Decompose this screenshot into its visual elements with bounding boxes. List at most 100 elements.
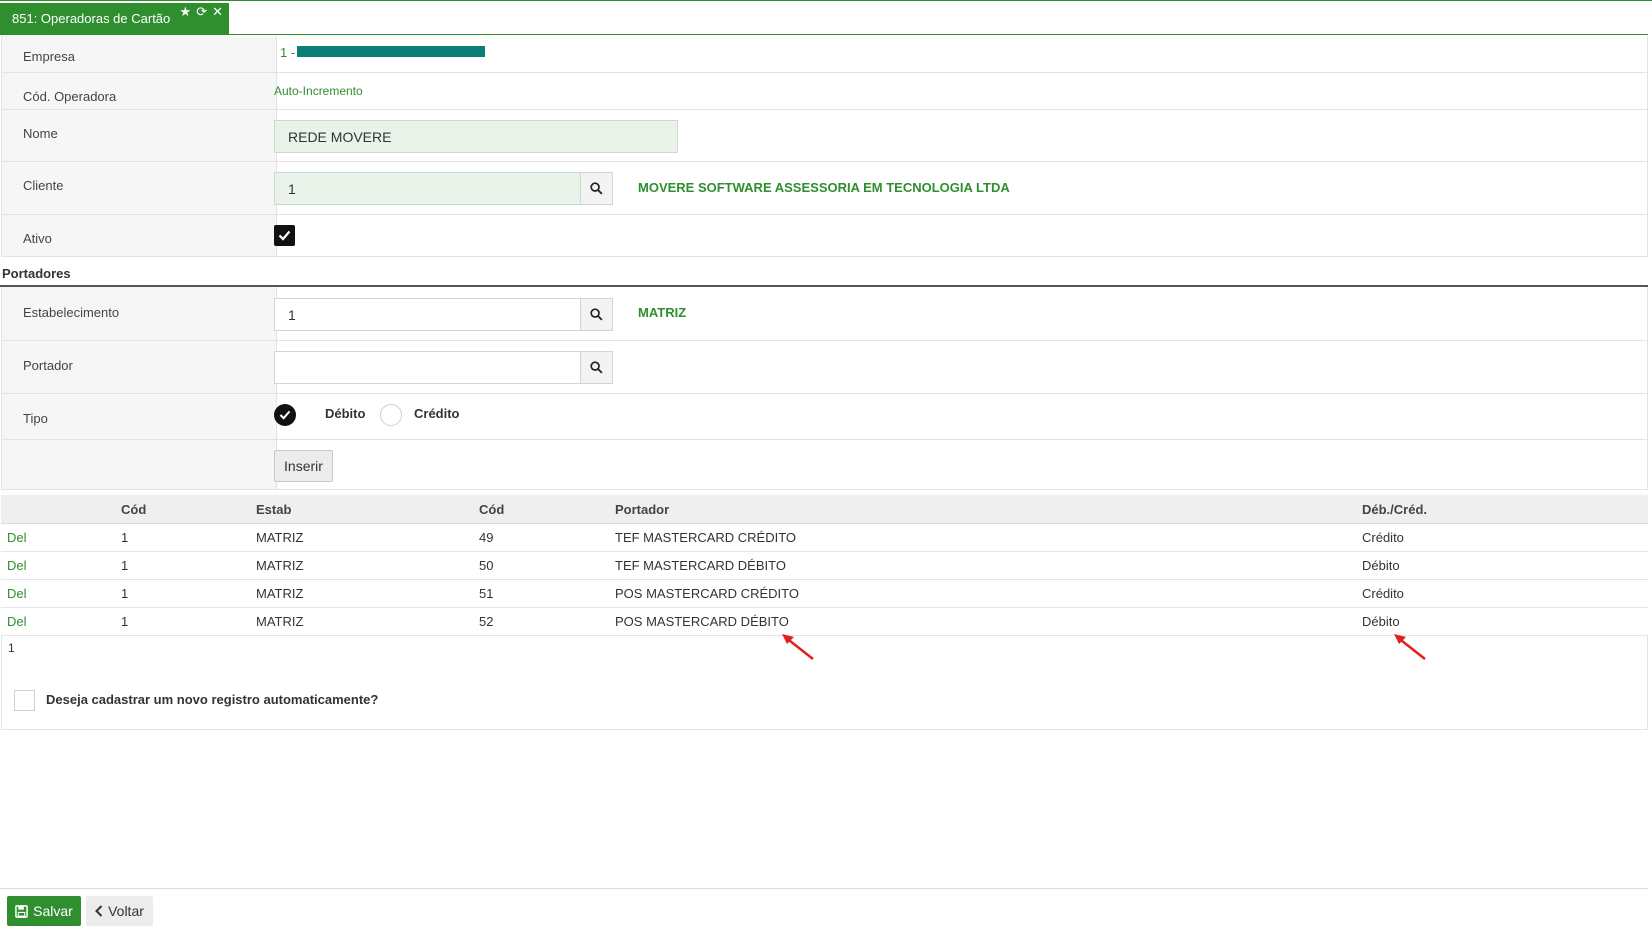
- back-button[interactable]: Voltar: [86, 896, 153, 926]
- grid-right-border: [1647, 636, 1648, 672]
- cod-operadora-label: Cód. Operadora: [2, 73, 277, 109]
- inserir-button[interactable]: Inserir: [274, 450, 333, 482]
- grid-left-border: [1, 636, 2, 672]
- tipo-credito-label[interactable]: Crédito: [414, 406, 460, 421]
- nome-input[interactable]: REDE MOVERE: [274, 120, 678, 153]
- table-row: Del 1 MATRIZ 50 TEF MASTERCARD DÉBITO Dé…: [1, 552, 1648, 580]
- cell-portador: POS MASTERCARD CRÉDITO: [615, 586, 799, 601]
- search-icon: [590, 182, 603, 195]
- grid-header-estab[interactable]: Estab: [256, 495, 291, 523]
- portador-input[interactable]: [274, 351, 581, 384]
- cell-cod-estab: 1: [121, 558, 129, 573]
- row-cliente: Cliente 1 MOVERE SOFTWARE ASSESSORIA EM …: [1, 162, 1648, 215]
- cliente-input[interactable]: 1: [274, 172, 581, 205]
- operadora-form: Empresa 1 - Cód. Operadora Auto-Incremen…: [1, 36, 1648, 257]
- auto-register-label[interactable]: Deseja cadastrar um novo registro automa…: [46, 692, 378, 707]
- tipo-debito-label[interactable]: Débito: [325, 406, 365, 421]
- estabelecimento-value-cell: 1 MATRIZ: [274, 287, 1647, 340]
- portador-label: Portador: [2, 341, 277, 393]
- cell-tipo: Débito: [1362, 614, 1400, 629]
- cliente-description: MOVERE SOFTWARE ASSESSORIA EM TECNOLOGIA…: [638, 180, 1010, 195]
- tipo-credito-radio[interactable]: [380, 404, 402, 426]
- empresa-label: Empresa: [2, 36, 277, 72]
- grid-header-cod-portador[interactable]: Cód: [479, 495, 504, 523]
- portadores-grid: Cód Estab Cód Portador Déb./Créd. Del 1 …: [1, 495, 1648, 636]
- checkmark-icon: [278, 230, 291, 241]
- grid-header-cod-estab[interactable]: Cód: [121, 495, 146, 523]
- cell-cod-portador: 50: [479, 558, 494, 573]
- estabelecimento-input[interactable]: 1: [274, 298, 581, 331]
- tipo-value-cell: Débito Crédito: [274, 394, 1647, 439]
- cell-cod-estab: 1: [121, 614, 129, 629]
- annotation-arrow-icon: [782, 634, 814, 660]
- cell-portador: TEF MASTERCARD DÉBITO: [615, 558, 786, 573]
- tab-operadoras-de-cartao[interactable]: 851: Operadoras de Cartão ★ ⟳ ✕: [0, 3, 229, 34]
- annotation-arrow-icon: [1394, 634, 1426, 660]
- table-row: Del 1 MATRIZ 51 POS MASTERCARD CRÉDITO C…: [1, 580, 1648, 608]
- cell-cod-portador: 52: [479, 614, 494, 629]
- star-icon[interactable]: ★: [180, 5, 192, 18]
- portadores-section-title: Portadores: [2, 266, 71, 281]
- portador-value-cell: [274, 341, 1647, 393]
- cliente-label: Cliente: [2, 162, 277, 214]
- delete-link[interactable]: Del: [7, 580, 27, 607]
- cell-estab: MATRIZ: [256, 586, 304, 601]
- cell-cod-estab: 1: [121, 530, 129, 545]
- ativo-value-cell: [274, 215, 1647, 256]
- cell-tipo: Débito: [1362, 558, 1400, 573]
- row-portador: Portador: [1, 341, 1648, 394]
- cell-tipo: Crédito: [1362, 530, 1404, 545]
- search-icon: [590, 361, 603, 374]
- row-estabelecimento: Estabelecimento 1 MATRIZ: [1, 287, 1648, 341]
- empresa-prefix: 1 -: [280, 45, 296, 60]
- checkmark-icon: [279, 410, 291, 420]
- inserir-value-cell: Inserir: [274, 440, 1647, 489]
- grid-header-portador[interactable]: Portador: [615, 495, 669, 523]
- auto-register-checkbox[interactable]: [14, 690, 35, 711]
- grid-header-row: Cód Estab Cód Portador Déb./Créd.: [1, 495, 1648, 524]
- row-inserir: Inserir: [1, 440, 1648, 490]
- row-empresa: Empresa 1 -: [1, 36, 1648, 73]
- grid-pager[interactable]: 1: [8, 641, 15, 655]
- row-cod-operadora: Cód. Operadora Auto-Incremento: [1, 73, 1648, 110]
- grid-header-deb-cred[interactable]: Déb./Créd.: [1362, 495, 1427, 523]
- tab-icons: ★ ⟳ ✕: [180, 5, 223, 18]
- delete-link[interactable]: Del: [7, 608, 27, 635]
- nome-label: Nome: [2, 110, 277, 161]
- close-icon[interactable]: ✕: [212, 5, 223, 18]
- footer-toolbar: Salvar Voltar: [0, 888, 1648, 932]
- cell-cod-portador: 51: [479, 586, 494, 601]
- save-button-label: Salvar: [33, 903, 73, 919]
- table-row: Del 1 MATRIZ 49 TEF MASTERCARD CRÉDITO C…: [1, 524, 1648, 552]
- ativo-label: Ativo: [2, 215, 277, 256]
- cliente-value-cell: 1 MOVERE SOFTWARE ASSESSORIA EM TECNOLOG…: [274, 162, 1647, 214]
- tab-underline: [0, 34, 1648, 35]
- cliente-search-button[interactable]: [580, 172, 613, 205]
- inserir-label-cell: [2, 440, 277, 489]
- tipo-label: Tipo: [2, 394, 277, 439]
- top-accent-line: [0, 0, 1652, 1]
- save-button[interactable]: Salvar: [7, 896, 81, 926]
- cell-cod-estab: 1: [121, 586, 129, 601]
- cell-estab: MATRIZ: [256, 614, 304, 629]
- empresa-value: 1 -: [280, 36, 1647, 72]
- delete-link[interactable]: Del: [7, 524, 27, 551]
- cell-portador: POS MASTERCARD DÉBITO: [615, 614, 789, 629]
- tipo-debito-radio[interactable]: [274, 404, 296, 426]
- estabelecimento-search-button[interactable]: [580, 298, 613, 331]
- delete-link[interactable]: Del: [7, 552, 27, 579]
- tab-title: 851: Operadoras de Cartão: [12, 11, 171, 26]
- cell-portador: TEF MASTERCARD CRÉDITO: [615, 530, 797, 545]
- cod-operadora-value: Auto-Incremento: [274, 84, 363, 98]
- search-icon: [590, 308, 603, 321]
- cell-cod-portador: 49: [479, 530, 494, 545]
- refresh-icon[interactable]: ⟳: [196, 5, 207, 18]
- estabelecimento-label: Estabelecimento: [2, 287, 277, 340]
- nome-value-cell: REDE MOVERE: [274, 110, 1647, 161]
- ativo-checkbox[interactable]: [274, 225, 295, 246]
- floppy-disk-icon: [15, 904, 28, 918]
- cell-estab: MATRIZ: [256, 558, 304, 573]
- portador-search-button[interactable]: [580, 351, 613, 384]
- auto-register-row: Deseja cadastrar um novo registro automa…: [1, 672, 1648, 730]
- empresa-redacted-bar: [297, 46, 485, 57]
